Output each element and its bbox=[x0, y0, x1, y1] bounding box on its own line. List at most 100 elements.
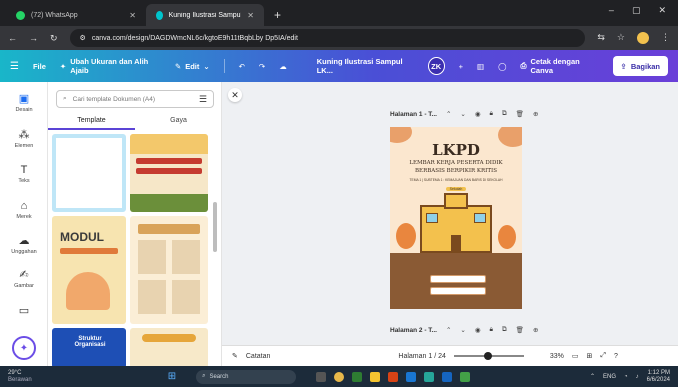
hide-icon[interactable]: ◉ bbox=[475, 326, 481, 334]
clock[interactable]: 1:12 PM 6/6/2024 bbox=[647, 370, 670, 384]
template-thumb[interactable] bbox=[130, 134, 208, 212]
profile-icon[interactable] bbox=[637, 32, 649, 44]
tab-canva[interactable]: Kuning Ilustrasi Sampul LKPD – ✕ bbox=[146, 4, 264, 26]
store-icon[interactable] bbox=[406, 371, 417, 382]
avatar[interactable]: ZK bbox=[427, 57, 445, 75]
delete-icon[interactable]: 🗑︎ bbox=[516, 326, 524, 334]
close-tab-icon[interactable]: ✕ bbox=[129, 11, 136, 20]
add-collaborator-icon[interactable]: + bbox=[459, 62, 463, 71]
app-icon[interactable] bbox=[352, 371, 363, 382]
magic-assistant-icon[interactable]: ✦ bbox=[12, 336, 36, 360]
chevron-up-icon[interactable]: ⌃ bbox=[446, 110, 451, 118]
page-2-header: Halaman 2 - T... ⌃ ⌄ ◉ 🔒︎ ⧉ 🗑︎ ⊕ bbox=[390, 326, 538, 334]
panel-scrollbar[interactable] bbox=[213, 202, 217, 252]
filter-icon[interactable]: ☰ bbox=[199, 94, 207, 105]
site-info-icon[interactable]: ⚙ bbox=[80, 34, 86, 42]
add-page-icon[interactable]: ⊕ bbox=[533, 326, 538, 334]
rail-brand[interactable]: ⌂ Merek bbox=[0, 200, 48, 220]
duplicate-icon[interactable]: ⧉ bbox=[502, 326, 507, 334]
chrome-icon[interactable] bbox=[334, 371, 345, 382]
word-icon[interactable] bbox=[442, 371, 453, 382]
page-indicator[interactable]: Halaman 1 / 24 bbox=[398, 353, 445, 360]
translate-icon[interactable]: ⇆ bbox=[597, 32, 605, 44]
template-thumb[interactable] bbox=[130, 216, 208, 324]
chevron-up-icon[interactable]: ⌃ bbox=[446, 326, 451, 334]
fullscreen-icon[interactable]: ⤢ bbox=[600, 352, 606, 360]
volume-icon[interactable]: ♪ bbox=[636, 374, 639, 380]
resize-button[interactable]: ✦ Ubah Ukuran dan Alih Ajaib bbox=[60, 57, 161, 75]
page-label[interactable]: Halaman 2 - T... bbox=[390, 327, 437, 334]
explorer-icon[interactable] bbox=[370, 371, 381, 382]
print-button[interactable]: ⎙ Cetak dengan Canva bbox=[521, 57, 599, 75]
close-window-icon[interactable]: ✕ bbox=[658, 5, 666, 16]
add-page-icon[interactable]: ⊕ bbox=[533, 110, 538, 118]
rail-uploads[interactable]: ☁ Unggahan bbox=[0, 234, 48, 255]
grid-view-icon[interactable]: ⊞ bbox=[587, 352, 593, 360]
minimize-icon[interactable]: – bbox=[609, 5, 614, 16]
lock-icon[interactable]: 🔒︎ bbox=[490, 110, 493, 118]
app-icon[interactable] bbox=[424, 371, 435, 382]
close-panel-icon[interactable]: ✕ bbox=[228, 88, 242, 102]
template-thumb[interactable]: MODUL bbox=[52, 216, 126, 324]
weather-widget[interactable]: 29°C Berawan bbox=[8, 370, 32, 384]
rail-elements[interactable]: ⁂ Elemen bbox=[0, 128, 48, 149]
share-button[interactable]: ⇪ Bagikan bbox=[612, 56, 669, 76]
maximize-icon[interactable]: ▢ bbox=[632, 5, 641, 16]
file-menu[interactable]: File bbox=[33, 62, 46, 71]
template-thumb[interactable] bbox=[52, 134, 126, 212]
notes-icon[interactable]: ✎ bbox=[232, 352, 238, 360]
cloud-save-icon[interactable]: ☁ bbox=[279, 62, 287, 71]
reload-icon[interactable]: ↻ bbox=[50, 33, 58, 44]
rail-projects[interactable]: ▭ bbox=[0, 304, 48, 319]
rail-draw[interactable]: ✍ Gambar bbox=[0, 268, 48, 289]
back-icon[interactable]: ← bbox=[8, 33, 17, 43]
taskview-icon[interactable] bbox=[316, 371, 327, 382]
start-icon[interactable]: ⊞ bbox=[168, 371, 176, 382]
tray-chevron-icon[interactable]: ⌃ bbox=[590, 373, 595, 380]
editor-bottom-bar: ✎ Catatan Halaman 1 / 24 33% ▭ ⊞ ⤢ ? bbox=[222, 345, 678, 366]
document-title[interactable]: Kuning Ilustrasi Sampul LK... bbox=[317, 57, 414, 75]
notes-button[interactable]: Catatan bbox=[246, 353, 271, 360]
tab-style[interactable]: Gaya bbox=[135, 114, 221, 130]
chevron-down-icon[interactable]: ⌄ bbox=[460, 110, 465, 118]
bookmark-icon[interactable]: ☆ bbox=[617, 32, 625, 44]
redo-icon[interactable]: ↷ bbox=[259, 62, 265, 71]
zoom-level[interactable]: 33% bbox=[550, 353, 564, 360]
tab-whatsapp[interactable]: (72) WhatsApp ✕ bbox=[6, 4, 146, 26]
more-icon[interactable]: ⋮ bbox=[661, 32, 670, 44]
wifi-icon[interactable]: ◔ bbox=[624, 374, 628, 380]
lock-icon[interactable]: 🔒︎ bbox=[490, 326, 493, 334]
duplicate-icon[interactable]: ⧉ bbox=[502, 110, 507, 118]
menu-icon[interactable]: ☰ bbox=[10, 61, 19, 72]
chevron-down-icon[interactable]: ⌄ bbox=[460, 326, 465, 334]
rail-text[interactable]: T Teks bbox=[0, 164, 48, 184]
rail-design[interactable]: ▣ Desain bbox=[0, 92, 48, 113]
zoom-slider-knob[interactable] bbox=[483, 352, 492, 360]
edit-button[interactable]: ✎ Edit ⌄ bbox=[175, 62, 210, 71]
delete-icon[interactable]: 🗑︎ bbox=[516, 110, 524, 118]
cover-subtitle: BERBASIS BERPIKIR KRITIS bbox=[415, 168, 497, 174]
forward-icon[interactable]: → bbox=[29, 33, 38, 43]
analytics-icon[interactable]: ▥ bbox=[477, 62, 484, 71]
language-indicator[interactable]: ENG bbox=[603, 374, 616, 380]
page-1-canvas[interactable]: LKPD LEMBAR KERJA PESERTA DIDIK BERBASIS… bbox=[390, 127, 522, 309]
name-field-box bbox=[430, 275, 486, 283]
app-icon[interactable] bbox=[460, 371, 471, 382]
page-view-icon[interactable]: ▭ bbox=[572, 352, 579, 360]
help-icon[interactable]: ? bbox=[614, 353, 618, 360]
close-tab-icon[interactable]: ✕ bbox=[247, 11, 254, 20]
template-thumb[interactable]: Struktur Organisasi bbox=[52, 328, 126, 366]
hide-icon[interactable]: ◉ bbox=[475, 110, 481, 118]
template-search[interactable]: ⌕ Cari template Dokumen (A4) ☰ bbox=[56, 90, 214, 108]
app-icon[interactable] bbox=[388, 371, 399, 382]
tab-template[interactable]: Template bbox=[48, 114, 135, 130]
url-field[interactable]: ⚙ canva.com/design/DAGDWmcNL6c/kgtoE9h11… bbox=[69, 29, 586, 47]
template-thumb[interactable] bbox=[130, 328, 208, 366]
undo-icon[interactable]: ↶ bbox=[239, 62, 245, 71]
thumb-title: MODUL bbox=[60, 230, 104, 244]
new-tab-button[interactable]: + bbox=[264, 4, 291, 26]
zoom-slider[interactable] bbox=[453, 352, 524, 360]
comment-icon[interactable]: ◯ bbox=[498, 62, 506, 71]
taskbar-search[interactable]: ⌕ Search bbox=[196, 369, 297, 384]
page-label[interactable]: Halaman 1 - T... bbox=[390, 111, 437, 118]
